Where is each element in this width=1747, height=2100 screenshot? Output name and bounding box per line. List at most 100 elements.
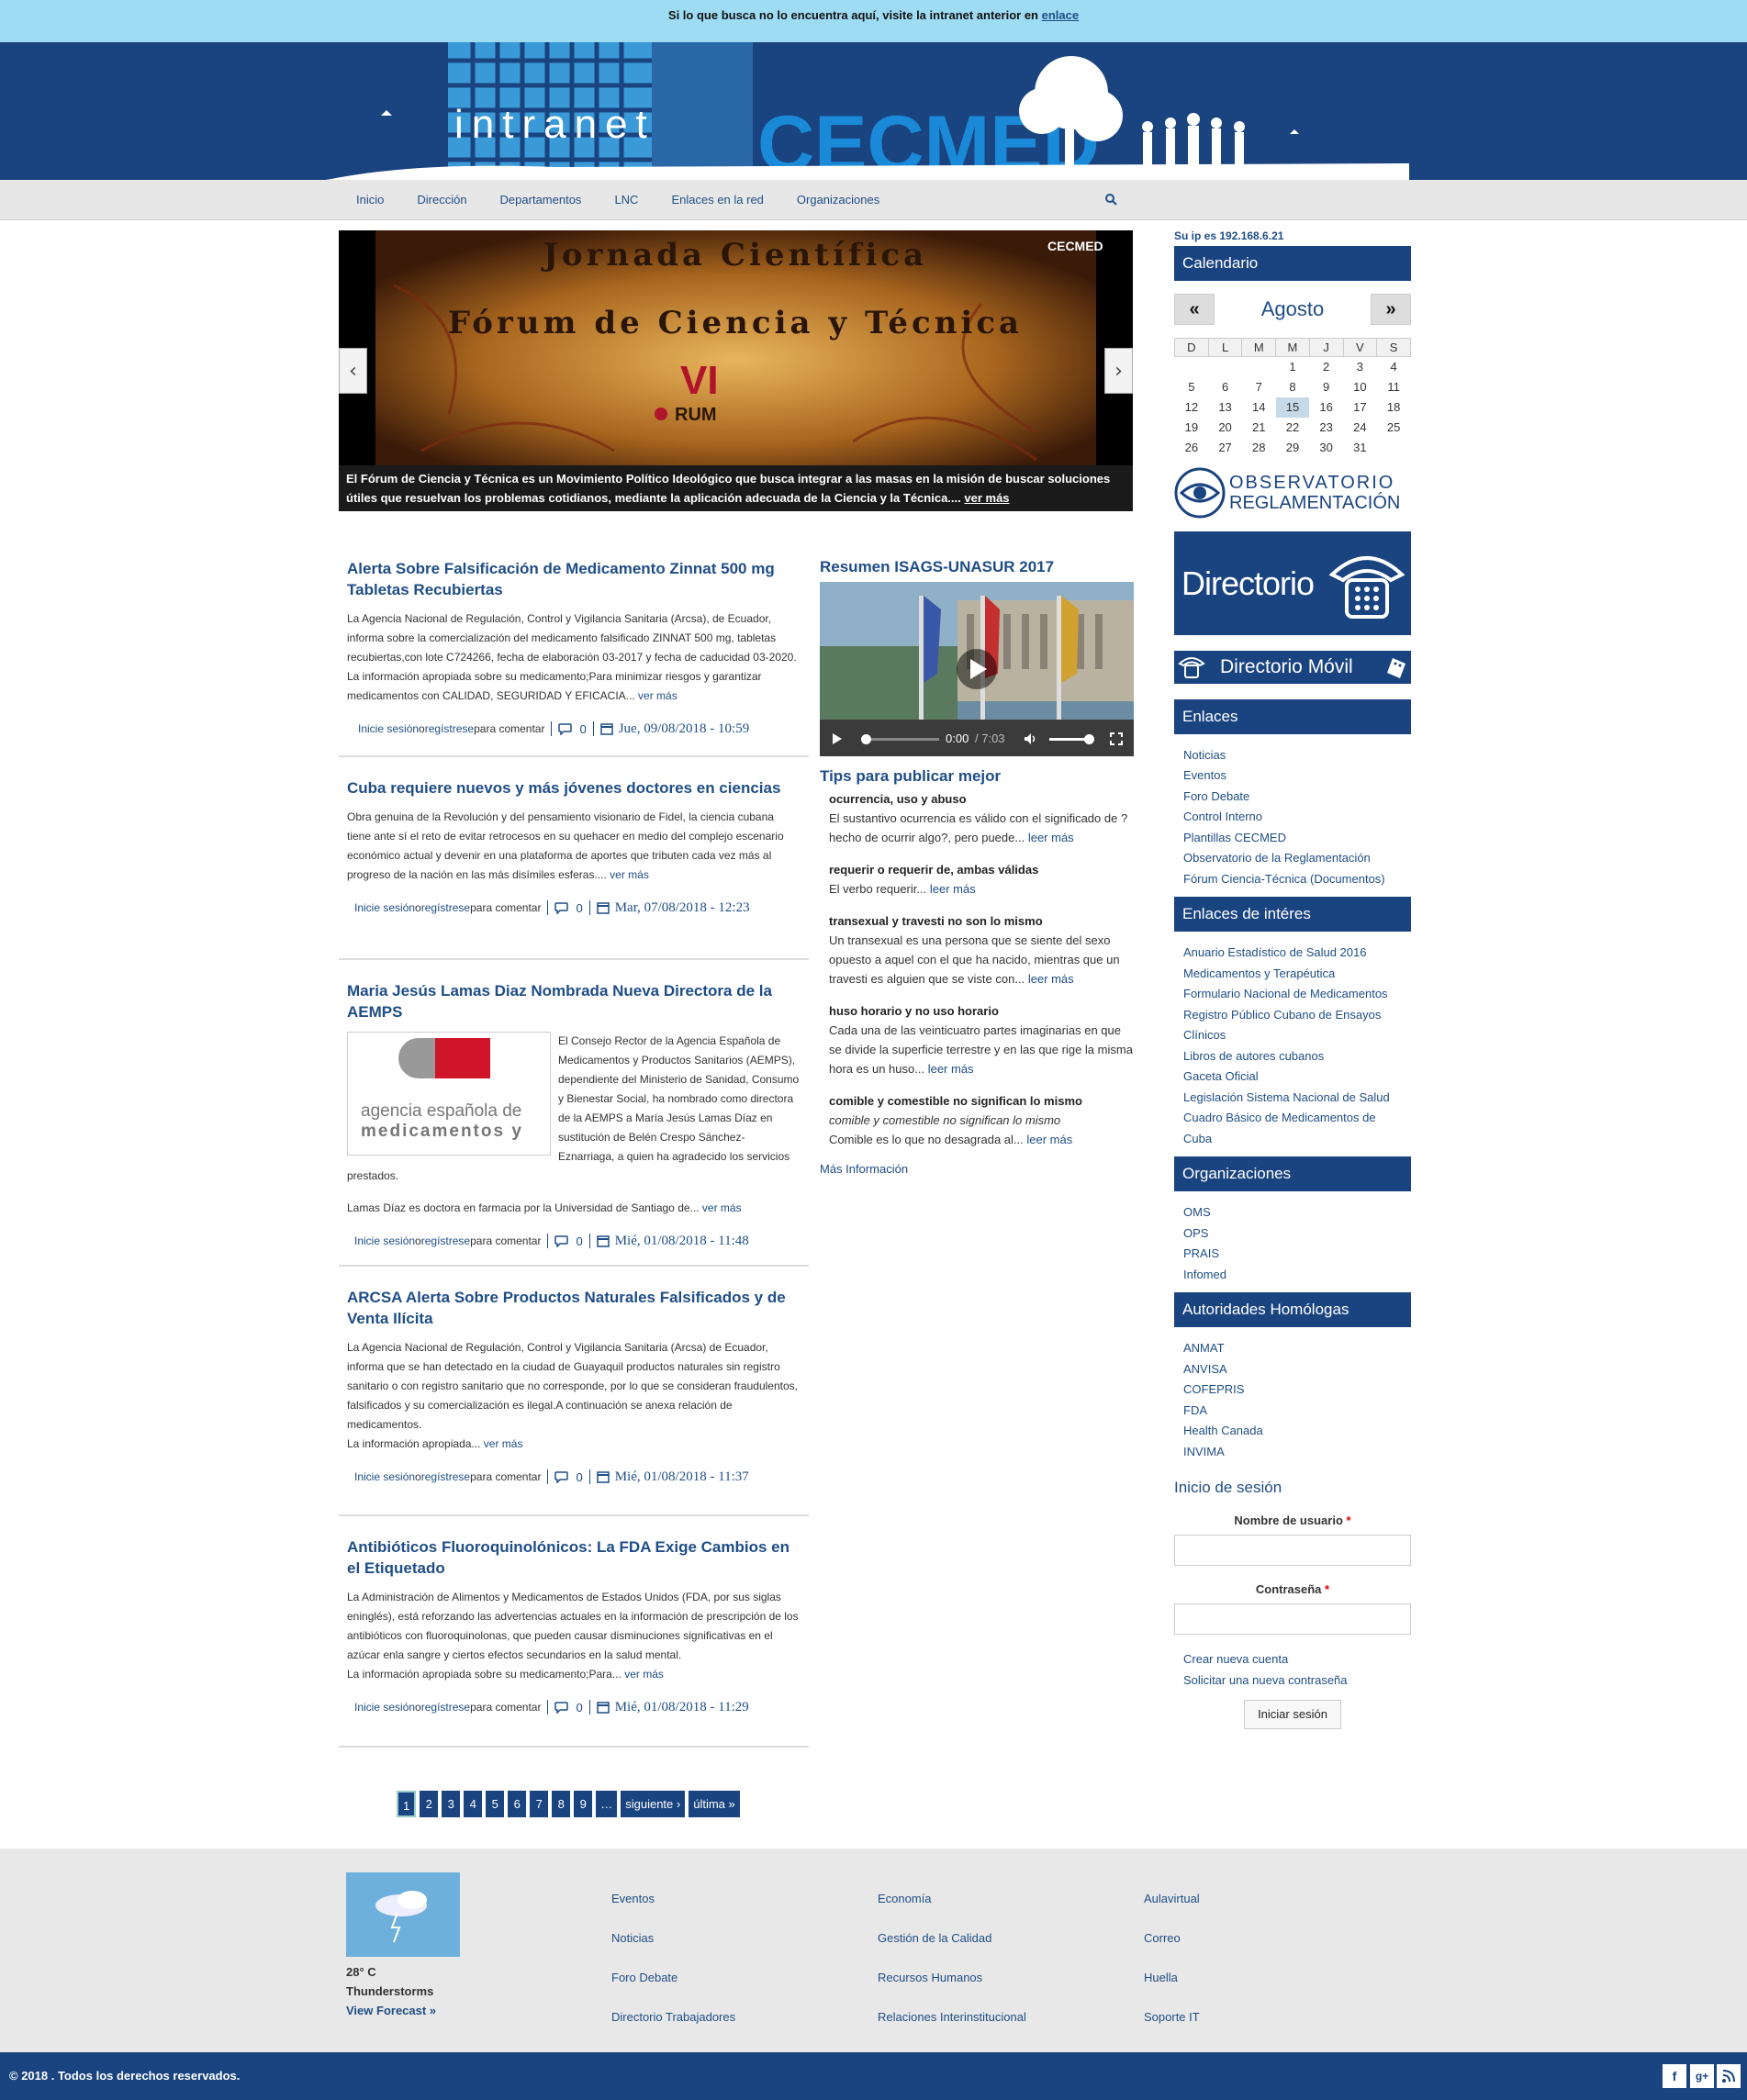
enlace-link[interactable]: Eventos [1183,765,1411,787]
interes-link[interactable]: Legislación Sistema Nacional de Salud [1183,1088,1411,1109]
video-title[interactable]: Resumen ISAGS-UNASUR 2017 [820,558,1134,576]
login-submit-button[interactable]: Iniciar sesión [1244,1700,1341,1729]
org-link[interactable]: OPS [1183,1223,1411,1245]
calendar-day[interactable]: 7 [1242,377,1276,397]
footer-link[interactable]: Eventos [611,1879,735,1918]
password-input[interactable] [1174,1603,1411,1635]
article-more-link[interactable]: ver más [624,1668,664,1681]
autoridad-link[interactable]: FDA [1183,1401,1411,1422]
video-player[interactable]: 0:00 / 7:03 [820,582,1134,756]
calendar-day[interactable]: 26 [1175,438,1209,458]
calendar-day[interactable]: 25 [1377,418,1411,438]
play-icon[interactable] [831,732,844,745]
calendar-day[interactable]: 21 [1242,418,1276,438]
tip-more-link[interactable]: leer más [1026,1133,1072,1146]
slider-next-button[interactable]: › [1104,348,1133,394]
calendar-day[interactable]: 1 [1276,357,1310,377]
enlace-link[interactable]: Plantillas CECMED [1183,828,1411,849]
tip-more-link[interactable]: leer más [1028,831,1074,844]
facebook-icon[interactable]: f [1663,2064,1686,2088]
calendar-day[interactable]: 12 [1175,397,1209,418]
register-link[interactable]: regístrese [421,1470,470,1483]
enlace-link[interactable]: Control Interno [1183,807,1411,828]
interes-link[interactable]: Gaceta Oficial [1183,1067,1411,1088]
register-link[interactable]: regístrese [421,1234,470,1247]
directorio-movil-banner[interactable]: Directorio Móvil [1174,650,1411,684]
nav-item-organizaciones[interactable]: Organizaciones [780,180,896,220]
pager-next-button[interactable]: siguiente › [621,1791,686,1817]
calendar-day[interactable]: 10 [1343,377,1377,397]
calendar-day[interactable]: 20 [1208,418,1242,438]
footer-link[interactable]: Foro Debate [611,1958,735,1997]
login-link[interactable]: Inicie sesión [354,1701,415,1714]
autoridad-link[interactable]: Health Canada [1183,1421,1411,1442]
calendar-day[interactable]: 24 [1343,418,1377,438]
footer-link[interactable]: Aulavirtual [1144,1879,1200,1918]
org-link[interactable]: OMS [1183,1202,1411,1223]
calendar-day[interactable]: 3 [1343,357,1377,377]
search-icon[interactable] [1104,193,1117,206]
footer-link[interactable]: Recursos Humanos [878,1958,1026,1997]
username-input[interactable] [1174,1535,1411,1566]
login-link[interactable]: Inicie sesión [354,901,415,914]
register-link[interactable]: regístrese [425,722,474,735]
pager-page[interactable]: 4 [464,1791,483,1817]
pager-page[interactable]: 7 [530,1791,549,1817]
autoridad-link[interactable]: ANMAT [1183,1338,1411,1359]
site-logo[interactable]: intranet CECMED [326,42,1409,180]
calendar-day[interactable]: 29 [1276,438,1310,458]
calendar-day[interactable]: 4 [1377,357,1411,377]
calendar-day[interactable]: 18 [1377,397,1411,418]
nav-item-lnc[interactable]: LNC [598,180,655,220]
calendar-day[interactable]: 11 [1377,377,1411,397]
interes-link[interactable]: Cuadro Básico de Medicamentos de [1183,1108,1411,1129]
nav-item-inicio[interactable]: Inicio [340,180,400,220]
directorio-banner[interactable]: Directorio [1174,531,1411,635]
calendar-day-today[interactable]: 15 [1275,397,1310,418]
rss-icon[interactable] [1717,2064,1741,2088]
calendar-day[interactable]: 22 [1276,418,1310,438]
login-link[interactable]: Inicie sesión [354,1234,415,1247]
calendar-day[interactable]: 17 [1343,397,1377,418]
pager-page[interactable]: 9 [574,1791,593,1817]
nav-item-departamentos[interactable]: Departamentos [484,180,599,220]
enlace-link[interactable]: Observatorio de la Reglamentación [1183,848,1411,869]
tip-more-link[interactable]: leer más [1028,972,1074,986]
login-link[interactable]: Inicie sesión [354,1470,415,1483]
calendar-day[interactable]: 27 [1208,438,1242,458]
reset-password-link[interactable]: Solicitar una nueva contraseña [1183,1670,1411,1692]
article-more-link[interactable]: ver más [638,689,678,702]
footer-link[interactable]: Correo [1144,1918,1200,1958]
calendar-day[interactable]: 2 [1309,357,1343,377]
calendar-day[interactable]: 28 [1242,438,1276,458]
calendar-day[interactable]: 6 [1208,377,1242,397]
calendar-day[interactable]: 8 [1276,377,1310,397]
calendar-day[interactable]: 23 [1309,418,1343,438]
pager-page[interactable]: 6 [508,1791,527,1817]
footer-link[interactable]: Huella [1144,1958,1200,1997]
fullscreen-icon[interactable] [1110,732,1123,745]
article-title[interactable]: ARCSA Alerta Sobre Productos Naturales F… [347,1287,801,1329]
calendar-day[interactable]: 14 [1242,397,1276,418]
interes-link[interactable]: Medicamentos y Terapéutica [1183,964,1411,985]
calendar-day[interactable]: 5 [1175,377,1209,397]
autoridad-link[interactable]: INVIMA [1183,1442,1411,1463]
calendar-day[interactable]: 9 [1309,377,1343,397]
nav-item-enlaces[interactable]: Enlaces en la red [655,180,779,220]
pager-page[interactable]: 1 [397,1791,417,1817]
register-link[interactable]: regístrese [421,901,470,914]
tip-more-link[interactable]: leer más [930,882,976,896]
interes-link[interactable]: Anuario Estadístico de Salud 2016 [1183,943,1411,964]
article-title[interactable]: Cuba requiere nuevos y más jóvenes docto… [347,777,801,799]
footer-link[interactable]: Directorio Trabajadores [611,1997,735,2037]
enlace-link[interactable]: Fórum Ciencia-Técnica (Documentos) [1183,869,1411,890]
calendar-day[interactable]: 13 [1208,397,1242,418]
footer-link[interactable]: Soporte IT [1144,1997,1200,2037]
calendar-day[interactable]: 16 [1309,397,1343,418]
video-progress[interactable] [861,734,939,744]
calendar-next-button[interactable]: » [1371,294,1411,325]
slide-more-link[interactable]: ver más [964,491,1009,505]
org-link[interactable]: PRAIS [1183,1244,1411,1265]
google-plus-icon[interactable]: g+ [1690,2064,1714,2088]
footer-link[interactable]: Gestión de la Calidad [878,1918,1026,1958]
